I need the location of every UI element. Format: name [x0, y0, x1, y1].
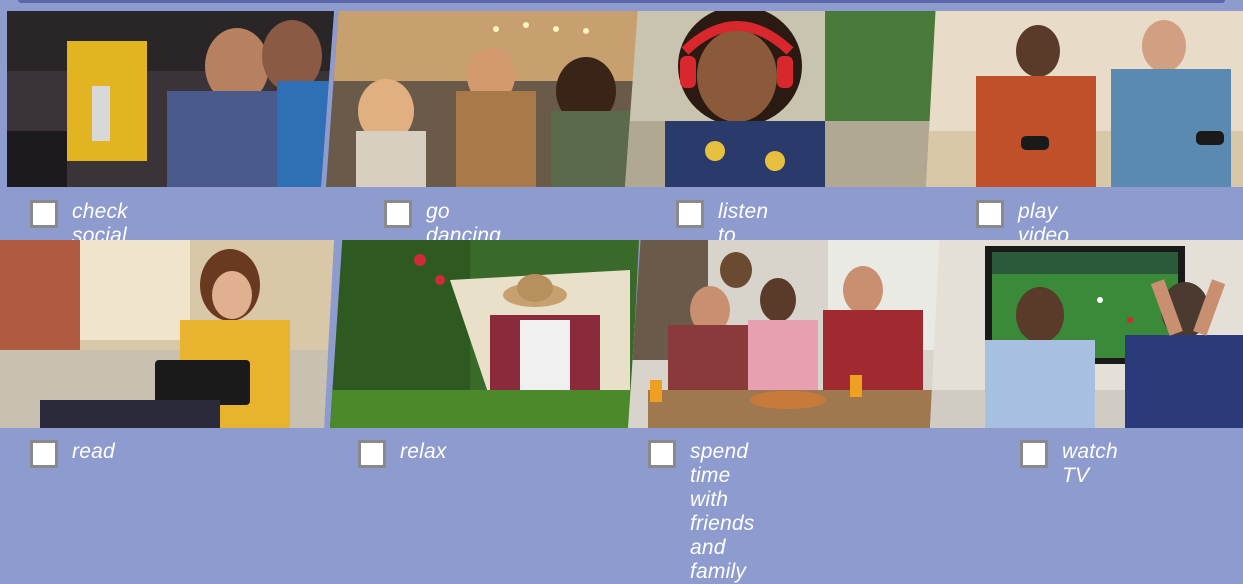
- checkbox-play-video-games[interactable]: [976, 200, 1004, 228]
- checkbox-watch-tv[interactable]: [1020, 440, 1048, 468]
- photo-women-dancing-at-party: [326, 11, 639, 187]
- checkbox-go-dancing[interactable]: [384, 200, 412, 228]
- label-relax: relax: [400, 440, 447, 463]
- photo-friends-on-couch-with-tablet: [7, 11, 334, 187]
- photo-men-playing-video-games: [926, 11, 1243, 187]
- checkbox-read[interactable]: [30, 440, 58, 468]
- photo-woman-with-red-headphones: [625, 11, 941, 187]
- checkbox-listen-to-music[interactable]: [676, 200, 704, 228]
- top-border: [0, 0, 1243, 9]
- checkbox-check-social-media[interactable]: [30, 200, 58, 228]
- photo-woman-reading-tablet: [0, 240, 334, 428]
- checkbox-spend-time-with-friends-and-family[interactable]: [648, 440, 676, 468]
- photo-friends-eating-pizza: [628, 240, 941, 428]
- photo-man-in-hammock: [330, 240, 639, 428]
- label-watch-tv: watch TV: [1062, 440, 1118, 487]
- photo-men-watching-football-on-tv: [930, 240, 1243, 428]
- checkbox-relax[interactable]: [358, 440, 386, 468]
- label-spend-time-with-friends-and-family: spend time with friends and family: [690, 440, 755, 583]
- label-read: read: [72, 440, 115, 463]
